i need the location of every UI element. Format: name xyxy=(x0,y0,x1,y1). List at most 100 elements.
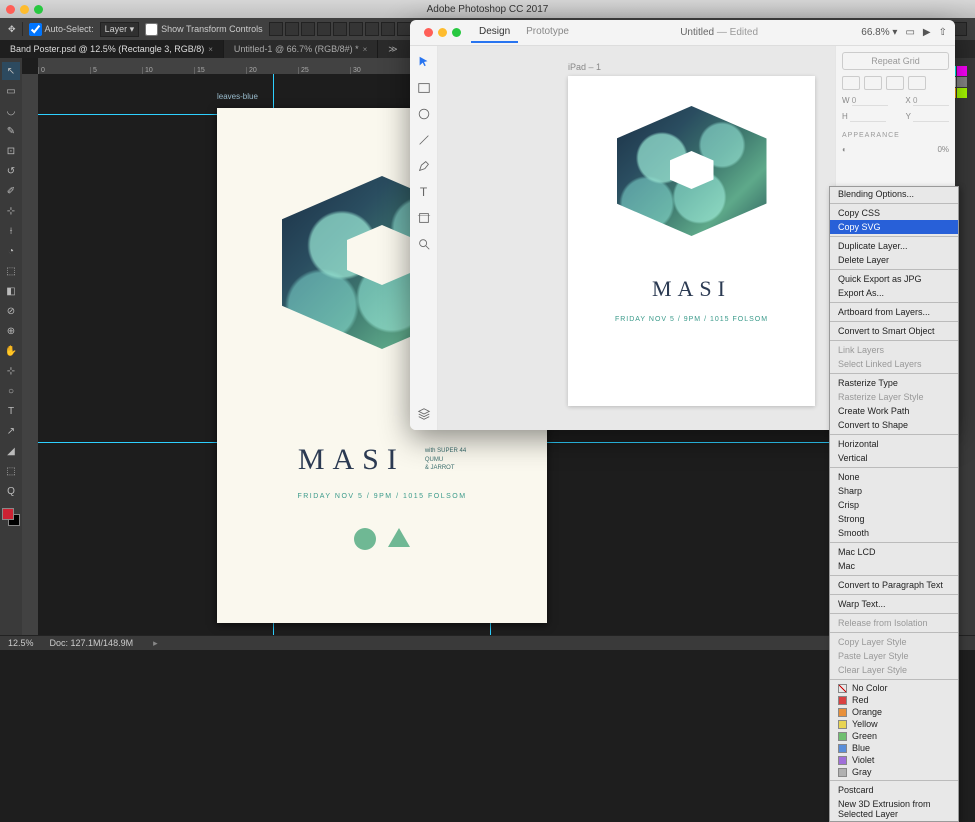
mode-3d-icon[interactable] xyxy=(953,22,967,36)
subtract-boolean-icon[interactable] xyxy=(864,76,882,90)
align-icon[interactable] xyxy=(381,22,395,36)
context-menu-item[interactable]: Rasterize Type xyxy=(830,376,958,390)
context-menu-item[interactable]: Convert to Shape xyxy=(830,418,958,432)
align-icon[interactable] xyxy=(365,22,379,36)
context-color-item[interactable]: Orange xyxy=(830,706,958,718)
xd-minimize-button[interactable] xyxy=(438,28,447,37)
ps-tool[interactable]: ⊕ xyxy=(2,322,20,340)
context-menu-item[interactable]: Duplicate Layer... xyxy=(830,239,958,253)
ps-tool[interactable]: ↗ xyxy=(2,422,20,440)
ps-tool[interactable]: ○ xyxy=(2,382,20,400)
context-menu-item[interactable]: Convert to Paragraph Text xyxy=(830,578,958,592)
ps-tool[interactable]: ⬚ xyxy=(2,462,20,480)
context-menu-item[interactable]: Strong xyxy=(830,512,958,526)
document-tab[interactable]: Band Poster.psd @ 12.5% (Rectangle 3, RG… xyxy=(0,40,224,58)
context-menu-item[interactable]: Copy CSS xyxy=(830,206,958,220)
intersect-boolean-icon[interactable] xyxy=(886,76,904,90)
xd-artboard-label[interactable]: iPad – 1 xyxy=(568,62,601,72)
context-menu-item[interactable]: None xyxy=(830,470,958,484)
opacity-value[interactable]: 0% xyxy=(937,145,949,154)
align-icon[interactable] xyxy=(285,22,299,36)
context-menu-item[interactable]: Delete Layer xyxy=(830,253,958,267)
context-menu-item[interactable]: Artboard from Layers... xyxy=(830,305,958,319)
context-menu-item[interactable]: Warp Text... xyxy=(830,597,958,611)
exclude-boolean-icon[interactable] xyxy=(908,76,926,90)
xd-mode-tab[interactable]: Prototype xyxy=(518,22,577,43)
ps-tool[interactable]: ◡ xyxy=(2,102,20,120)
ps-tool[interactable]: ✎ xyxy=(2,122,20,140)
align-icon[interactable] xyxy=(349,22,363,36)
align-icon[interactable] xyxy=(317,22,331,36)
xd-canvas[interactable]: iPad – 1 MASI FRIDAY NOV 5 / 9PM / 1015 … xyxy=(438,46,835,430)
context-menu-item[interactable]: Quick Export as JPG xyxy=(830,272,958,286)
context-menu-item[interactable]: Copy SVG xyxy=(830,220,958,234)
align-icon[interactable] xyxy=(333,22,347,36)
zoom-tool[interactable] xyxy=(416,236,432,252)
context-menu-item[interactable]: Blending Options... xyxy=(830,187,958,201)
context-menu-item[interactable]: Postcard xyxy=(830,783,958,797)
ps-tool[interactable]: ✐ xyxy=(2,182,20,200)
context-menu-item[interactable]: Vertical xyxy=(830,451,958,465)
context-color-item[interactable]: Gray xyxy=(830,766,958,778)
pen-tool[interactable] xyxy=(416,158,432,174)
width-input[interactable] xyxy=(852,96,888,106)
xd-fullscreen-button[interactable] xyxy=(452,28,461,37)
ellipse-tool[interactable] xyxy=(416,106,432,122)
show-transform-check[interactable]: Show Transform Controls xyxy=(145,23,263,36)
auto-select-mode-dropdown[interactable]: Layer ▾ xyxy=(100,22,140,37)
ps-tool[interactable]: ◔ xyxy=(2,242,20,260)
ps-tool[interactable]: ⊡ xyxy=(2,142,20,160)
x-input[interactable] xyxy=(913,96,949,106)
context-color-item[interactable]: Violet xyxy=(830,754,958,766)
select-tool[interactable] xyxy=(416,54,432,70)
ps-tool[interactable]: ◧ xyxy=(2,282,20,300)
play-icon[interactable]: ▶ xyxy=(923,27,931,38)
xd-artboard[interactable]: MASI FRIDAY NOV 5 / 9PM / 1015 FOLSOM xyxy=(568,76,815,406)
tab-overflow-icon[interactable]: ≫ xyxy=(378,40,407,58)
align-icon[interactable] xyxy=(301,22,315,36)
height-input[interactable] xyxy=(850,112,886,122)
context-menu-item[interactable]: Mac LCD xyxy=(830,545,958,559)
swatch[interactable] xyxy=(957,66,967,76)
zoom-readout[interactable]: 12.5% xyxy=(8,638,34,648)
ps-tool[interactable]: ⊹ xyxy=(2,362,20,380)
ps-tool[interactable]: ⊹ xyxy=(2,202,20,220)
xd-close-button[interactable] xyxy=(424,28,433,37)
close-tab-icon[interactable]: × xyxy=(363,45,368,54)
artboard-tool[interactable] xyxy=(416,210,432,226)
rectangle-tool[interactable] xyxy=(416,80,432,96)
context-menu-item[interactable]: Crisp xyxy=(830,498,958,512)
xd-zoom-dropdown[interactable]: 66.8% ▾ xyxy=(861,27,897,38)
align-icon[interactable] xyxy=(397,22,411,36)
layers-icon[interactable] xyxy=(416,406,432,422)
device-preview-icon[interactable]: ▭ xyxy=(905,27,914,38)
add-boolean-icon[interactable] xyxy=(842,76,860,90)
share-icon[interactable]: ⇧ xyxy=(939,27,947,38)
line-tool[interactable] xyxy=(416,132,432,148)
ps-tool[interactable]: T xyxy=(2,402,20,420)
ps-tool[interactable]: ✋ xyxy=(2,342,20,360)
context-menu-item[interactable]: Export As... xyxy=(830,286,958,300)
context-menu-item[interactable]: Convert to Smart Object xyxy=(830,324,958,338)
ps-tool[interactable]: Q xyxy=(2,482,20,500)
ps-tool[interactable]: ▭ xyxy=(2,82,20,100)
context-menu-item[interactable]: Sharp xyxy=(830,484,958,498)
auto-select-check[interactable]: Auto-Select: xyxy=(29,23,94,36)
context-menu-item[interactable]: Smooth xyxy=(830,526,958,540)
close-tab-icon[interactable]: × xyxy=(208,45,213,54)
context-color-item[interactable]: No Color xyxy=(830,682,958,694)
ps-tool[interactable]: ◢ xyxy=(2,442,20,460)
ps-tool[interactable]: ⊘ xyxy=(2,302,20,320)
swatch[interactable] xyxy=(957,77,967,87)
repeat-grid-button[interactable]: Repeat Grid xyxy=(842,52,949,70)
text-tool[interactable]: T xyxy=(416,184,432,200)
context-menu-item[interactable]: Create Work Path xyxy=(830,404,958,418)
context-color-item[interactable]: Red xyxy=(830,694,958,706)
align-icon[interactable] xyxy=(269,22,283,36)
ps-tool[interactable]: ⬚ xyxy=(2,262,20,280)
context-menu-item[interactable]: Horizontal xyxy=(830,437,958,451)
color-picker[interactable] xyxy=(2,508,20,526)
context-menu-item[interactable]: New 3D Extrusion from Selected Layer xyxy=(830,797,958,821)
context-menu-item[interactable]: Mac xyxy=(830,559,958,573)
ps-tool[interactable]: ↺ xyxy=(2,162,20,180)
